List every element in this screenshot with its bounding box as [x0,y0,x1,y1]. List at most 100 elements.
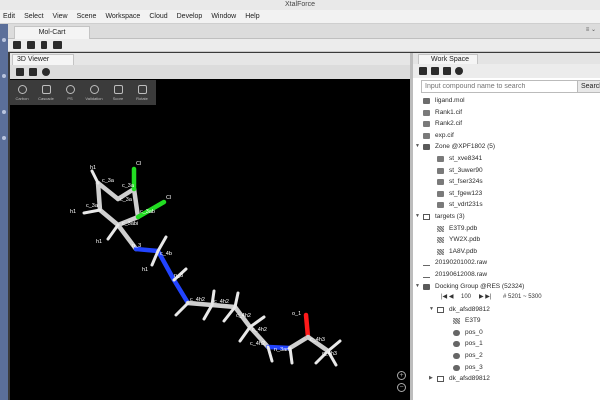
tree-item-label: st_fgew123 [449,189,483,197]
menu-help[interactable]: Help [245,13,259,20]
chevron-down-icon[interactable]: ▼ [415,281,420,293]
add-icon[interactable] [27,41,35,49]
pose-icon [453,329,460,336]
tree-item-label: targets (3) [435,212,465,220]
tree-item[interactable]: st_vdrt231s [413,199,600,211]
file-icon [437,202,444,209]
bond [95,180,103,213]
tree-item[interactable]: exp.cif [413,130,600,142]
share-icon[interactable] [455,67,463,75]
tree-item[interactable]: ▼ Docking Group @RES (52324) [413,281,600,293]
rail-icon[interactable] [2,74,6,78]
tree-item-label: Rank2.cif [435,120,463,128]
pdb-icon [437,248,444,255]
grid-icon[interactable] [16,68,24,76]
tree-item-label: 20190201002.raw [435,259,488,267]
bond [90,169,100,185]
pager-row[interactable]: |◀ ◀ 100 ▶ ▶| # 5201 ~ 5300 [413,292,600,304]
tree-item[interactable]: 20190201002.raw [413,257,600,269]
tree-item-label: pos_2 [465,352,483,360]
atom-label: c_4h2 [250,341,265,347]
molecule-canvas[interactable]: Cl Cl c_3a c_3a c_3a c_3a c_3ab c_3abi n… [10,79,410,400]
panel-menu-icon[interactable]: ≡ ⌄ [586,26,596,33]
tree-item[interactable]: Rank2.cif [413,118,600,130]
pager-first-prev-icon[interactable]: |◀ ◀ [441,292,453,304]
tree-item[interactable]: 20190612008.raw [413,269,600,281]
tree-item[interactable]: pos_2 [413,350,600,362]
search-row: Search [413,78,600,95]
rail-icon[interactable] [2,38,6,42]
menu-window[interactable]: Window [211,13,236,20]
add-icon[interactable] [29,68,37,76]
tab-work-space[interactable]: Work Space [418,54,478,64]
tree-item[interactable]: ▼ targets (3) [413,211,600,223]
tree-item[interactable]: st_xve8341 [413,153,600,165]
tree-item-label: 1A8V.pdb [449,247,477,255]
bond [222,305,237,323]
tree-item[interactable]: pos_3 [413,362,600,374]
bond [106,223,120,241]
tree-item[interactable]: 1A8V.pdb [413,246,600,258]
chevron-down-icon[interactable]: ▼ [415,211,420,223]
file-icon [437,155,444,162]
bond [326,339,342,353]
tree-item[interactable]: ▼ Zone @XPF1802 (5) [413,141,600,153]
search-input[interactable] [421,80,581,93]
rail-icon[interactable] [2,110,6,114]
atom-label: c_4h2 [236,313,251,319]
tree-item[interactable]: ▶ dk_afsd89812 [413,373,600,385]
menu-workspace[interactable]: Workspace [105,13,140,20]
grid-icon[interactable] [13,41,21,49]
menu-bar: Edit Select View Scene Workspace Cloud D… [0,10,600,24]
dk-icon [437,376,444,383]
zoom-out-icon[interactable]: − [397,383,406,392]
tree-item[interactable]: ligand.mol [413,95,600,107]
viewer-tab-bar: 3D Viewer [10,53,410,65]
menu-cloud[interactable]: Cloud [149,13,167,20]
tree-item[interactable]: pos_1 [413,338,600,350]
tree-item[interactable]: ▼ dk_afsd89812 [413,304,600,316]
bond [156,235,168,253]
zoom-in-icon[interactable]: + [397,371,406,380]
columns-icon[interactable] [53,41,62,49]
tab-3d-viewer[interactable]: 3D Viewer [12,54,74,65]
tree-item[interactable]: pos_0 [413,327,600,339]
atom-label: c_3ab [140,209,155,215]
tree-item[interactable]: E3T9.pdb [413,223,600,235]
tree-item-label: Rank1.cif [435,108,463,116]
pdb-icon [437,225,444,232]
menu-select[interactable]: Select [24,13,43,20]
chevron-down-icon[interactable]: ▼ [415,141,420,153]
chevron-down-icon[interactable]: ▼ [429,304,434,316]
tree-item-label: 20190612008.raw [435,270,488,278]
bond [150,249,160,267]
tree-item[interactable]: E3T9 [413,315,600,327]
menu-edit[interactable]: Edit [3,13,15,20]
info-icon[interactable] [42,68,50,76]
detail-list-icon[interactable] [431,67,439,75]
tab-mol-cart[interactable]: Mol-Cart [14,26,90,39]
pager-next-last-icon[interactable]: ▶ ▶| [479,292,491,304]
search-button[interactable]: Search [577,80,600,93]
menu-view[interactable]: View [53,13,68,20]
menu-develop[interactable]: Develop [177,13,203,20]
pager-page-size[interactable]: 100 [461,292,471,304]
atom-label: o_1 [292,311,301,317]
tree-item[interactable]: st_fgew123 [413,188,600,200]
list-icon[interactable] [419,67,427,75]
tree-item-label: exp.cif [435,131,454,139]
tree-item[interactable]: st_fser324s [413,176,600,188]
menu-scene[interactable]: Scene [77,13,97,20]
tree-item[interactable]: Rank1.cif [413,107,600,119]
bond [233,291,240,309]
tree-item[interactable]: YW2X.pdb [413,234,600,246]
file-icon [423,132,430,139]
bookmark-icon[interactable] [41,41,47,49]
bond [174,301,190,317]
rail-icon[interactable] [2,136,6,140]
chevron-right-icon[interactable]: ▶ [429,373,433,385]
viewer-tool-row [10,65,410,79]
import-icon[interactable] [443,67,451,75]
tree-item[interactable]: st_3uwer90 [413,165,600,177]
bond [238,325,252,343]
